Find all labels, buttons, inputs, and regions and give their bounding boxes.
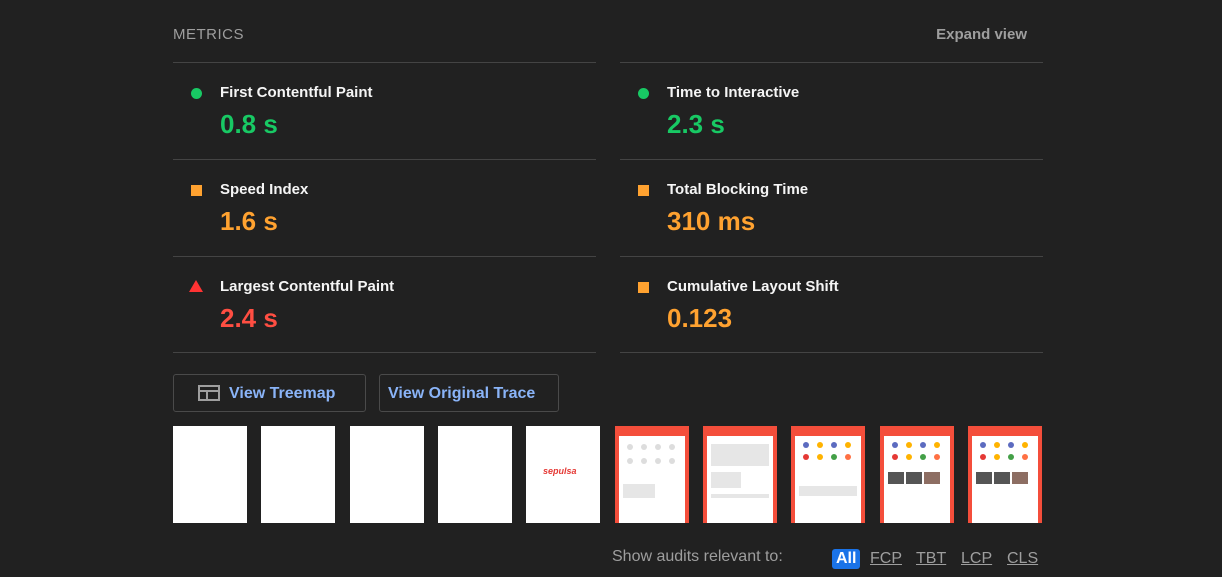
metric-tti: Time to Interactive 2.3 s [620, 63, 1043, 159]
sepulsa-logo: sepulsa [543, 466, 577, 476]
view-original-trace-button[interactable]: View Original Trace [379, 374, 559, 412]
filmstrip-frame [703, 426, 777, 523]
average-square-icon [638, 185, 649, 196]
filmstrip-frame [261, 426, 335, 523]
filter-chip-fcp[interactable]: FCP [870, 549, 902, 569]
expand-view-link[interactable]: Expand view [936, 26, 1027, 43]
metric-label: Time to Interactive [667, 84, 800, 101]
filter-chip-tbt[interactable]: TBT [916, 549, 946, 569]
metric-value: 1.6 s [220, 206, 278, 236]
average-square-icon [191, 185, 202, 196]
filter-chip-lcp[interactable]: LCP [961, 549, 992, 569]
metric-label: First Contentful Paint [220, 84, 373, 101]
treemap-icon [198, 385, 220, 401]
metric-lcp: Largest Contentful Paint 2.4 s [173, 257, 596, 353]
metrics-header: METRICS Expand view [173, 24, 1043, 46]
metrics-title: METRICS [173, 26, 244, 43]
metric-label: Speed Index [220, 181, 309, 198]
view-treemap-button[interactable]: View Treemap [173, 374, 366, 412]
fail-triangle-icon [189, 280, 203, 292]
metric-value: 0.123 [667, 303, 733, 333]
filmstrip-frame [350, 426, 424, 523]
filmstrip-frame [968, 426, 1042, 523]
filmstrip-frame [438, 426, 512, 523]
metric-value: 0.8 s [220, 109, 278, 139]
filmstrip-frame: sepulsa [526, 426, 600, 523]
metric-label: Total Blocking Time [667, 181, 809, 198]
average-square-icon [638, 282, 649, 293]
filter-chip-cls[interactable]: CLS [1007, 549, 1038, 569]
filter-label: Show audits relevant to: [612, 548, 783, 565]
metric-fcp: First Contentful Paint 0.8 s [173, 63, 596, 159]
filmstrip-frame [880, 426, 954, 523]
metric-si: Speed Index 1.6 s [173, 160, 596, 256]
metric-label: Cumulative Layout Shift [667, 278, 839, 295]
filmstrip-frame [615, 426, 689, 523]
metric-tbt: Total Blocking Time 310 ms [620, 160, 1043, 256]
audit-filter-bar: Show audits relevant to: [612, 548, 783, 566]
metric-value: 2.4 s [220, 303, 278, 333]
view-original-trace-label: View Original Trace [388, 385, 536, 402]
pass-circle-icon [638, 88, 649, 99]
filmstrip-frame [791, 426, 865, 523]
metric-label: Largest Contentful Paint [220, 278, 395, 295]
metric-value: 2.3 s [667, 109, 725, 139]
pass-circle-icon [191, 88, 202, 99]
filter-chip-all[interactable]: All [832, 549, 861, 569]
view-treemap-label: View Treemap [229, 385, 336, 402]
metric-value: 310 ms [667, 206, 756, 236]
filmstrip-frame [173, 426, 247, 523]
metric-cls: Cumulative Layout Shift 0.123 [620, 257, 1043, 353]
